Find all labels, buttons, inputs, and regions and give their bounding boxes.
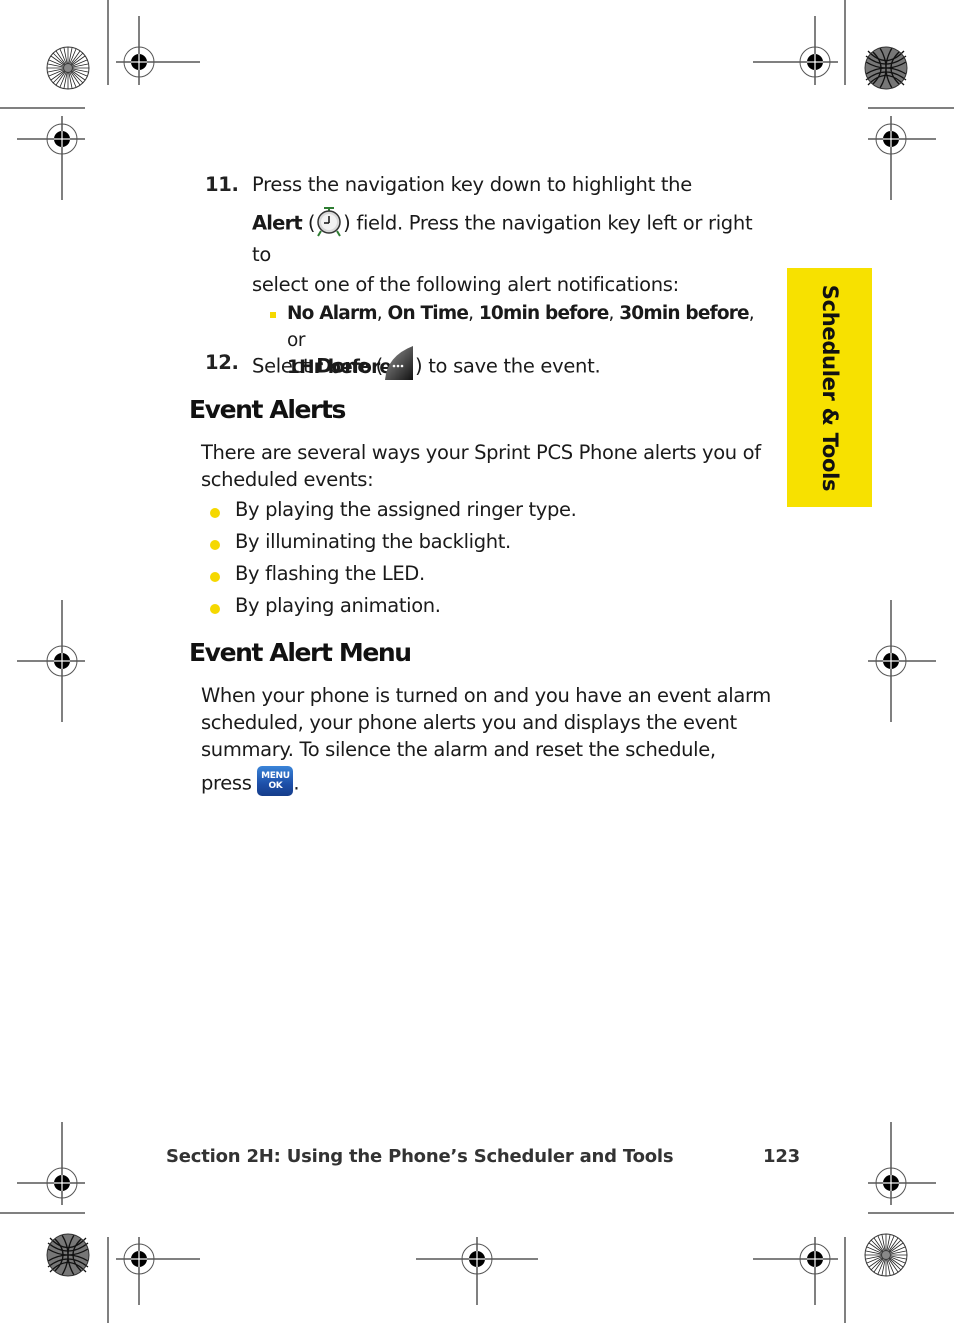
step-line: select one of the following alert notifi…	[252, 273, 679, 296]
option-10min: 10min before	[478, 303, 609, 324]
bullet-dot-icon	[210, 572, 220, 582]
step-body: Press the navigation key down to highlig…	[252, 170, 772, 378]
section-side-tab: Scheduler & Tools	[787, 268, 872, 507]
bullet-dot-icon	[210, 508, 220, 518]
alarm-clock-icon	[315, 205, 343, 237]
event-alert-menu-body: When your phone is turned on and you hav…	[201, 684, 771, 796]
side-tab-label: Scheduler & Tools	[817, 284, 842, 491]
step-line: Alert ( ) field. Press the navigation ke…	[252, 205, 772, 270]
event-alerts-heading: Event Alerts	[189, 395, 346, 424]
alert-field-label: Alert	[252, 211, 303, 235]
option-no-alarm: No Alarm	[287, 303, 378, 324]
done-label: Done	[316, 354, 370, 378]
event-alerts-intro: There are several ways your Sprint PCS P…	[201, 441, 761, 491]
bullet-dot-icon	[210, 604, 220, 614]
step-body: Select Done ( ) to save the event.	[252, 346, 772, 386]
footer-section-title: Section 2H: Using the Phone’s Scheduler …	[166, 1146, 674, 1167]
option-on-time: On Time	[387, 303, 469, 324]
bullet-dot-icon	[210, 540, 220, 550]
step-number: 11.	[205, 173, 239, 196]
menu-ok-key-icon: MENU OK	[257, 766, 294, 796]
softkey-done-icon	[383, 344, 415, 382]
footer-page-number: 123	[763, 1146, 800, 1167]
step-number: 12.	[205, 351, 239, 374]
step-line: Press the navigation key down to highlig…	[252, 173, 692, 196]
square-bullet-icon	[270, 312, 276, 318]
option-30min: 30min before	[619, 303, 749, 324]
event-alert-menu-heading: Event Alert Menu	[189, 638, 412, 667]
